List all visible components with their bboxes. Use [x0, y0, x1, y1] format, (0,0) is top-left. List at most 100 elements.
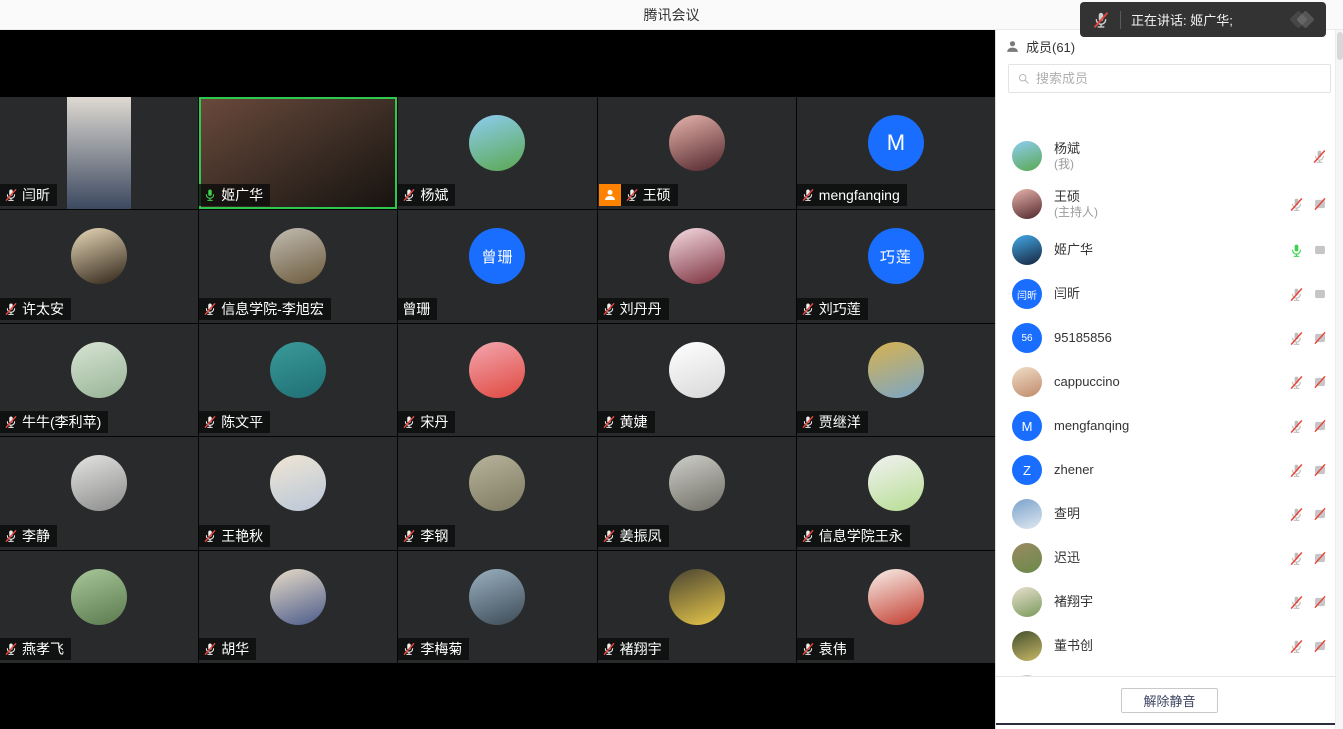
- camera-muted-icon[interactable]: [1313, 639, 1327, 653]
- participant-tag: 信息学院王永: [797, 525, 910, 547]
- member-row[interactable]: 胡华: [996, 668, 1335, 676]
- participant-name: mengfanqing: [819, 187, 900, 203]
- participant-tile[interactable]: 李梅菊: [398, 551, 596, 663]
- unmute-button[interactable]: 解除静音: [1121, 688, 1218, 713]
- participant-tag: 贾继洋: [797, 411, 868, 433]
- mic-muted-icon[interactable]: [1289, 331, 1304, 346]
- participant-tile[interactable]: 燕孝飞: [0, 551, 198, 663]
- member-row[interactable]: 迟迅: [996, 536, 1335, 580]
- member-row[interactable]: 褚翔宇: [996, 580, 1335, 624]
- mic-muted-icon: [4, 302, 18, 316]
- participant-tile[interactable]: 袁伟: [797, 551, 995, 663]
- participant-avatar: [270, 342, 326, 398]
- member-row[interactable]: 王硕 (主持人): [996, 180, 1335, 228]
- mic-muted-icon[interactable]: [1312, 149, 1327, 164]
- mic-muted-icon[interactable]: [1289, 595, 1304, 610]
- member-row[interactable]: 查明: [996, 492, 1335, 536]
- participant-name-label: mengfanqing: [797, 184, 907, 206]
- participant-tile[interactable]: 信息学院王永: [797, 437, 995, 549]
- window-bottom-edge: [996, 723, 1343, 725]
- participant-avatar: [71, 455, 127, 511]
- member-row[interactable]: 姬广华: [996, 228, 1335, 272]
- participant-tile[interactable]: 许太安: [0, 210, 198, 322]
- participant-tile[interactable]: 黄婕: [598, 324, 796, 436]
- participant-tile[interactable]: 王硕: [598, 97, 796, 209]
- participant-tile[interactable]: 闫昕: [0, 97, 198, 209]
- mic-active-icon[interactable]: [1289, 243, 1304, 258]
- participant-tag: 陈文平: [199, 411, 270, 433]
- camera-muted-icon[interactable]: [1313, 375, 1327, 389]
- participant-tile[interactable]: 陈文平: [199, 324, 397, 436]
- participant-name: 刘巧莲: [819, 299, 861, 319]
- participant-avatar: [71, 228, 127, 284]
- participant-tile[interactable]: 李钢: [398, 437, 596, 549]
- participant-tile[interactable]: 曾珊 曾珊: [398, 210, 596, 322]
- member-row[interactable]: M mengfanqing: [996, 404, 1335, 448]
- participant-tile[interactable]: 姬广华: [199, 97, 397, 209]
- participant-video: [67, 97, 131, 209]
- mic-muted-icon[interactable]: [1289, 551, 1304, 566]
- camera-on-icon[interactable]: [1313, 243, 1327, 257]
- member-name: 姬广华: [1054, 242, 1093, 258]
- member-row[interactable]: cappuccino: [996, 360, 1335, 404]
- banner-divider: [1120, 11, 1121, 29]
- participant-name-label: 袁伟: [797, 638, 854, 660]
- mic-muted-icon: [402, 529, 416, 543]
- mic-muted-icon[interactable]: [1289, 197, 1304, 212]
- mic-muted-icon[interactable]: [1289, 375, 1304, 390]
- mic-muted-icon: [4, 415, 18, 429]
- member-text: 褚翔宇: [1054, 594, 1093, 610]
- participant-tile[interactable]: 王艳秋: [199, 437, 397, 549]
- participant-tile[interactable]: 褚翔宇: [598, 551, 796, 663]
- participant-tile[interactable]: M mengfanqing: [797, 97, 995, 209]
- camera-muted-icon[interactable]: [1313, 507, 1327, 521]
- camera-on-icon[interactable]: [1313, 287, 1327, 301]
- search-input[interactable]: [1036, 71, 1322, 86]
- participant-grid: 闫昕 姬广华 杨斌: [0, 97, 995, 663]
- member-row[interactable]: 董书创: [996, 624, 1335, 668]
- participant-tile[interactable]: 刘丹丹: [598, 210, 796, 322]
- participant-tile[interactable]: 胡华: [199, 551, 397, 663]
- participant-avatar: [469, 115, 525, 171]
- mic-muted-icon[interactable]: [1289, 507, 1304, 522]
- camera-muted-icon[interactable]: [1313, 197, 1327, 211]
- member-row[interactable]: Z zhener: [996, 448, 1335, 492]
- participant-name: 许太安: [22, 299, 64, 319]
- member-avatar: M: [1012, 411, 1042, 441]
- participant-name: 李静: [22, 526, 50, 546]
- participant-avatar: [868, 342, 924, 398]
- participant-name-label: 杨斌: [398, 184, 455, 206]
- member-list-scrollbar[interactable]: [1335, 30, 1343, 729]
- participant-tile[interactable]: 牛牛(李利苹): [0, 324, 198, 436]
- mic-muted-icon[interactable]: [1289, 419, 1304, 434]
- member-row[interactable]: 杨斌 (我): [996, 132, 1335, 180]
- camera-muted-icon[interactable]: [1313, 595, 1327, 609]
- camera-muted-icon[interactable]: [1313, 331, 1327, 345]
- member-search-box[interactable]: [1008, 64, 1331, 93]
- mic-muted-icon: [402, 415, 416, 429]
- participant-name: 胡华: [221, 639, 249, 659]
- member-row[interactable]: 56 95185856: [996, 316, 1335, 360]
- camera-muted-icon[interactable]: [1313, 463, 1327, 477]
- mic-muted-icon[interactable]: [1289, 463, 1304, 478]
- participant-tile[interactable]: 李静: [0, 437, 198, 549]
- camera-muted-icon[interactable]: [1313, 419, 1327, 433]
- participant-tile[interactable]: 信息学院-李旭宏: [199, 210, 397, 322]
- participant-name-label: 贾继洋: [797, 411, 868, 433]
- participant-tile[interactable]: 巧莲 刘巧莲: [797, 210, 995, 322]
- member-row[interactable]: 闫昕 闫昕: [996, 272, 1335, 316]
- participant-tile[interactable]: 杨斌: [398, 97, 596, 209]
- scrollbar-thumb[interactable]: [1337, 32, 1343, 60]
- video-area: 闫昕 姬广华 杨斌: [0, 30, 995, 729]
- camera-muted-icon[interactable]: [1313, 551, 1327, 565]
- participant-tile[interactable]: 姜振凤: [598, 437, 796, 549]
- mic-muted-icon: [602, 415, 616, 429]
- participant-tile[interactable]: 宋丹: [398, 324, 596, 436]
- mic-muted-icon[interactable]: [1289, 287, 1304, 302]
- participant-tag: 李静: [0, 525, 57, 547]
- participant-tile[interactable]: 贾继洋: [797, 324, 995, 436]
- mic-muted-icon[interactable]: [1289, 639, 1304, 654]
- participant-name-label: 姜振凤: [598, 525, 669, 547]
- member-status-icons: [1289, 287, 1327, 302]
- member-status-icons: [1289, 243, 1327, 258]
